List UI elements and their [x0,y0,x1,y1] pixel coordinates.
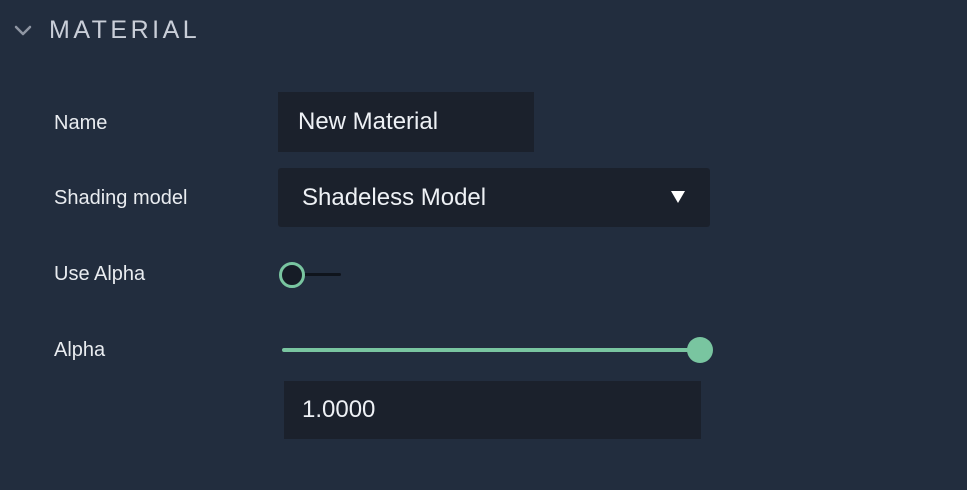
alpha-label: Alpha [54,339,106,361]
toggle-knob[interactable] [279,262,305,288]
section-title: MATERIAL [49,16,201,44]
shading-model-label: Shading model [54,187,188,209]
slider-track [282,348,702,352]
chevron-down-icon[interactable] [13,23,33,39]
use-alpha-toggle[interactable] [278,261,344,289]
shading-model-select[interactable]: Shadeless Model [278,168,710,227]
caret-down-icon [671,191,685,203]
name-label: Name [54,112,108,134]
material-section-header[interactable]: MATERIAL [0,0,967,62]
use-alpha-label: Use Alpha [54,263,146,285]
name-input[interactable] [278,92,534,152]
slider-fill [282,348,702,352]
material-panel: MATERIAL Name Shading model Shadeless Mo… [0,0,967,490]
alpha-slider[interactable] [282,336,713,364]
shading-model-value: Shadeless Model [302,184,487,211]
alpha-value-input[interactable] [284,381,701,439]
slider-thumb[interactable] [687,337,713,363]
